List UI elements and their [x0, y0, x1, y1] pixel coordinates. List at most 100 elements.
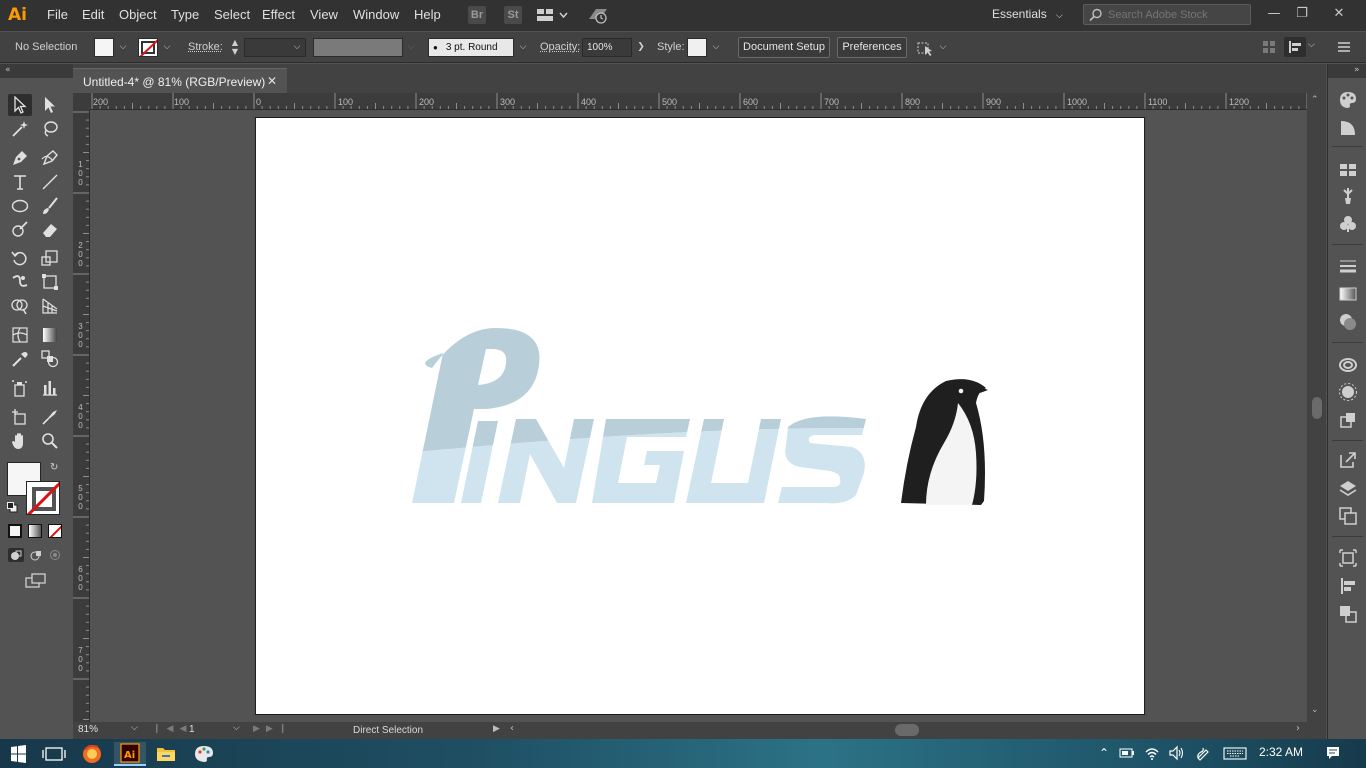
stroke-panel-icon[interactable] — [1338, 256, 1358, 276]
chevron-down-icon[interactable]: ⌵ — [233, 723, 240, 733]
document-setup-button[interactable]: Document Setup — [738, 37, 830, 58]
close-icon[interactable]: ✕ — [267, 74, 277, 88]
eraser-tool[interactable] — [38, 219, 62, 241]
artboard[interactable] — [255, 117, 1145, 715]
illustrator-taskbar-icon[interactable]: Ai — [114, 742, 146, 766]
menu-effect[interactable]: Effect — [262, 7, 295, 23]
line-segment-tool[interactable] — [38, 171, 62, 193]
stroke-swatch[interactable] — [138, 38, 158, 57]
color-guide-icon[interactable] — [1338, 118, 1358, 138]
scroll-down-icon[interactable]: ⌄ — [1311, 705, 1319, 715]
opacity-field[interactable]: 100% — [582, 38, 632, 57]
stroke-color-swatch[interactable] — [26, 481, 60, 515]
canvas[interactable] — [90, 110, 1307, 722]
symbols-icon[interactable] — [1338, 214, 1358, 234]
ellipse-tool[interactable] — [8, 195, 32, 217]
menu-type[interactable]: Type — [171, 7, 199, 23]
chevron-down-icon[interactable]: ⌵ — [290, 39, 304, 55]
isolate-icon[interactable] — [1262, 40, 1276, 54]
graphic-styles-icon[interactable] — [1338, 410, 1358, 430]
document-tab[interactable]: Untitled-4* @ 81% (RGB/Preview) ✕ — [73, 68, 287, 93]
rotate-tool[interactable] — [8, 247, 32, 269]
arrange-documents-icon[interactable] — [536, 7, 568, 23]
vertical-ruler[interactable]: 1 0 0 2 0 0 3 0 0 4 0 0 5 0 0 6 0 0 7 0 … — [73, 110, 90, 722]
shaper-tool[interactable] — [8, 219, 32, 241]
volume-icon[interactable] — [1168, 745, 1184, 761]
close-window-button[interactable]: ✕ — [1327, 4, 1351, 24]
draw-inside-icon[interactable] — [48, 548, 64, 562]
brushes-icon[interactable] — [1338, 186, 1358, 206]
direct-selection-tool[interactable] — [38, 94, 62, 116]
collapse-panel-icon[interactable]: « — [5, 65, 11, 75]
taskbar-clock[interactable]: 2:32 AM — [1259, 745, 1303, 759]
chevron-down-icon[interactable]: ⌵ — [936, 39, 950, 55]
chevron-down-icon[interactable]: ⌵ — [160, 39, 174, 55]
horizontal-ruler[interactable]: 200 100 0 100 200 300 400 500 600 700 80… — [90, 93, 1307, 110]
horizontal-scroll-thumb[interactable] — [895, 724, 919, 736]
panel-menu-icon[interactable] — [1336, 40, 1352, 54]
free-transform-tool[interactable] — [38, 271, 62, 293]
align-panel-icon[interactable] — [1338, 576, 1358, 596]
status-menu-icon[interactable]: ▶ — [493, 724, 500, 734]
firefox-icon[interactable] — [76, 742, 108, 766]
artboard-next-buttons[interactable]: ▶▶❙ — [253, 724, 292, 734]
chevron-down-icon[interactable]: ⌵ — [131, 723, 138, 733]
gradient-tool[interactable] — [38, 324, 62, 346]
artboard-tool[interactable] — [8, 406, 32, 428]
color-palette-icon[interactable] — [1338, 90, 1358, 110]
chevron-down-icon[interactable]: ⌵ — [516, 39, 530, 55]
chevron-right-icon[interactable]: ❯ — [634, 39, 648, 55]
gradient-mode-button[interactable] — [28, 524, 42, 538]
graphic-style-swatch[interactable] — [687, 38, 707, 57]
draw-normal-icon[interactable] — [8, 548, 24, 562]
variable-width-profile[interactable] — [313, 38, 403, 57]
pathfinder-icon[interactable] — [1338, 604, 1358, 624]
draw-behind-icon[interactable] — [28, 548, 44, 562]
layers-icon[interactable] — [1338, 478, 1358, 498]
menu-file[interactable]: File — [47, 7, 68, 23]
menu-edit[interactable]: Edit — [82, 7, 104, 23]
file-explorer-icon[interactable] — [150, 742, 182, 766]
chevron-down-icon[interactable]: ⌵ — [709, 39, 723, 55]
menu-object[interactable]: Object — [119, 7, 157, 23]
ruler-origin[interactable] — [73, 93, 90, 110]
fill-swatch[interactable] — [94, 38, 114, 57]
search-input[interactable] — [1108, 9, 1248, 21]
zoom-tool[interactable] — [38, 430, 62, 452]
select-similar-icon[interactable] — [916, 40, 934, 56]
chevron-down-icon[interactable]: ⌵ — [404, 39, 418, 55]
selection-tool[interactable] — [8, 94, 32, 116]
export-icon[interactable] — [1338, 450, 1358, 470]
gpu-performance-icon[interactable] — [587, 5, 609, 25]
mesh-tool[interactable] — [8, 324, 32, 346]
transform-icon[interactable] — [1338, 548, 1358, 568]
scroll-thumb[interactable] — [1312, 397, 1322, 419]
artboards-icon[interactable] — [1338, 506, 1358, 526]
chevron-up-icon[interactable]: ⌃ — [1096, 745, 1112, 761]
warp-tool[interactable] — [8, 271, 32, 293]
gradient-panel-icon[interactable] — [1338, 284, 1358, 304]
scroll-right-icon[interactable]: › — [1296, 723, 1300, 734]
blend-tool[interactable] — [38, 348, 62, 370]
none-mode-button[interactable] — [48, 524, 62, 538]
stock-icon[interactable]: St — [504, 6, 522, 24]
align-icon[interactable] — [1284, 37, 1306, 57]
panel-menu-icon[interactable]: ⌵ — [1308, 40, 1322, 54]
task-view-icon[interactable] — [38, 742, 70, 766]
scroll-up-icon[interactable]: ⌃ — [1311, 95, 1319, 105]
keyboard-icon[interactable] — [1223, 745, 1247, 761]
chevron-down-icon[interactable]: ⌵ — [116, 39, 130, 55]
brush-definition[interactable]: ● 3 pt. Round — [428, 38, 514, 57]
swatches-icon[interactable] — [1338, 160, 1358, 180]
swap-colors-icon[interactable]: ↻ — [50, 462, 62, 474]
default-colors-icon[interactable] — [7, 502, 18, 513]
expand-panels-icon[interactable]: » — [1354, 65, 1360, 75]
artboard-number-field[interactable]: 1 — [189, 724, 231, 738]
wifi-icon[interactable] — [1144, 745, 1160, 761]
minimize-button[interactable]: — — [1262, 4, 1286, 24]
restore-button[interactable]: ❐ — [1290, 4, 1314, 24]
magic-wand-tool[interactable] — [8, 118, 32, 140]
action-center-icon[interactable] — [1325, 745, 1341, 761]
menu-help[interactable]: Help — [414, 7, 441, 23]
battery-icon[interactable] — [1119, 745, 1135, 761]
